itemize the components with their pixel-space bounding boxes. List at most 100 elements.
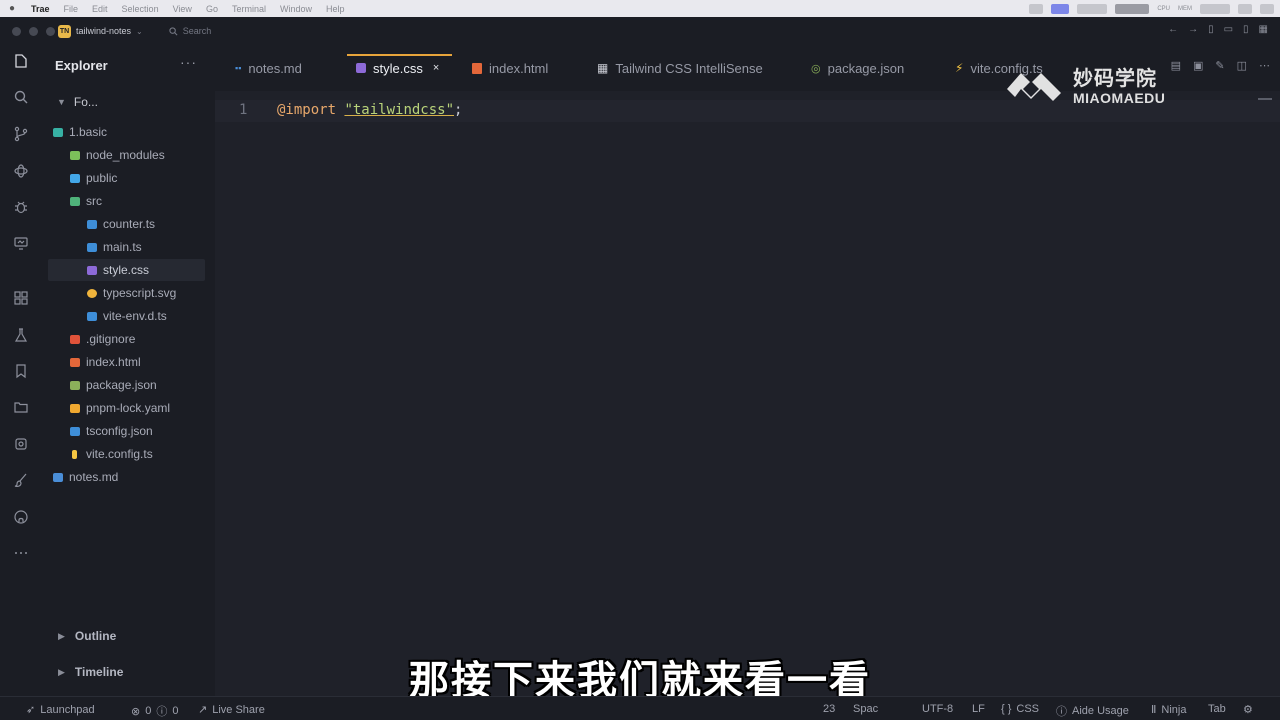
battery-icon[interactable] <box>1200 3 1230 14</box>
edit-icon[interactable]: ✎ <box>1215 59 1224 72</box>
tab-index-html[interactable]: index.html <box>472 55 548 81</box>
outline-section[interactable]: ▶ Outline <box>58 629 116 643</box>
tree-item[interactable]: node_modules <box>48 144 205 166</box>
tree-item[interactable]: pnpm-lock.yaml <box>48 397 205 419</box>
minimize-window-button[interactable] <box>29 26 38 36</box>
forward-arrow-icon[interactable]: → <box>1188 24 1198 35</box>
database-icon[interactable] <box>11 434 31 454</box>
close-window-button[interactable] <box>12 26 21 36</box>
menu-go[interactable]: Go <box>199 4 225 14</box>
layout-grid-icon[interactable]: ▦ <box>1259 24 1268 35</box>
tree-item[interactable]: typescript.svg <box>48 282 205 304</box>
folder-icon[interactable] <box>11 397 31 417</box>
close-tab-icon[interactable]: × <box>433 62 439 74</box>
indentation-item[interactable]: Spac <box>853 703 878 715</box>
menu-terminal[interactable]: Terminal <box>225 4 273 14</box>
encoding-item[interactable]: UTF-8 <box>922 703 953 715</box>
tree-item-label: 1.basic <box>69 125 108 139</box>
tab-label: Tailwind CSS IntelliSense <box>615 60 763 76</box>
tree-item-label: notes.md <box>69 470 119 484</box>
tree-item[interactable]: main.ts <box>48 236 205 258</box>
status-icon[interactable] <box>1077 3 1108 14</box>
more-actions-icon[interactable]: ··· <box>180 54 197 70</box>
more-icon[interactable] <box>11 543 31 563</box>
tree-item-label: counter.ts <box>103 217 156 231</box>
workspace-folder[interactable]: ▼ Fo... <box>57 95 98 109</box>
tree-item[interactable]: public <box>48 167 205 189</box>
compare-icon[interactable]: ▣ <box>1193 59 1203 72</box>
github-icon[interactable] <box>11 507 31 527</box>
search-icon <box>169 26 178 35</box>
code-editor[interactable]: 1 @import "tailwindcss"; <box>215 91 1280 696</box>
notifications-icon[interactable]: ⚙ <box>1243 703 1253 716</box>
layout-right-icon[interactable]: ▯ <box>1243 24 1249 35</box>
bookmark-icon[interactable] <box>11 361 31 381</box>
menu-edit[interactable]: Edit <box>85 4 115 14</box>
tree-item[interactable]: .gitignore <box>48 328 205 350</box>
title-search[interactable]: Search <box>169 26 211 36</box>
warning-icon: ⓘ <box>156 706 168 718</box>
cursor-position[interactable]: 23 <box>823 703 835 715</box>
layout-panel-icon[interactable]: ▭ <box>1224 24 1233 35</box>
menu-app[interactable]: Trae <box>24 4 57 14</box>
menu-selection[interactable]: Selection <box>115 4 166 14</box>
search-icon[interactable] <box>11 87 31 107</box>
tree-item-label: index.html <box>86 355 141 369</box>
tree-item[interactable]: style.css <box>48 259 205 281</box>
menu-window[interactable]: Window <box>273 4 319 14</box>
launchpad-item[interactable]: ➶ Launchpad <box>26 703 95 717</box>
tree-item[interactable]: 1.basic <box>48 121 205 143</box>
tab-style-css[interactable]: style.css × <box>356 55 439 81</box>
aide-usage-item[interactable]: ⓘ Aide Usage <box>1056 703 1129 719</box>
chevron-down-icon[interactable]: ⌄ <box>136 27 143 36</box>
ai-assistant-icon[interactable] <box>11 161 31 181</box>
tree-item[interactable]: vite-env.d.ts <box>48 305 205 327</box>
tree-item[interactable]: src <box>48 190 205 212</box>
project-name[interactable]: tailwind-notes <box>76 26 131 36</box>
tree-item[interactable]: index.html <box>48 351 205 373</box>
tree-item-label: vite.config.ts <box>86 447 153 461</box>
ninja-item[interactable]: Ⅱ Ninja <box>1151 703 1187 717</box>
tab-tailwind-intellisense[interactable]: ▦ Tailwind CSS IntelliSense <box>597 55 763 81</box>
apple-icon[interactable]: ● <box>0 3 24 14</box>
tree-item-label: package.json <box>86 378 157 392</box>
stats-icon[interactable] <box>1115 3 1150 14</box>
tree-item-label: typescript.svg <box>103 286 177 300</box>
ninja-label: Ninja <box>1161 703 1187 716</box>
extensions-icon[interactable] <box>11 288 31 308</box>
debug-icon[interactable] <box>11 197 31 217</box>
ts-config-icon <box>69 426 80 437</box>
more-icon[interactable]: ⋯ <box>1259 59 1270 72</box>
live-share-item[interactable]: ↗ Live Share <box>198 703 265 717</box>
record-icon[interactable] <box>1029 3 1044 14</box>
testing-flask-icon[interactable] <box>11 325 31 345</box>
project-badge[interactable]: TN <box>58 24 71 38</box>
tab-notes-md[interactable]: ▪▪ notes.md <box>235 55 302 81</box>
split-editor-icon[interactable]: ◫ <box>1237 59 1247 72</box>
eol-item[interactable]: LF <box>972 703 985 715</box>
code-line[interactable]: @import "tailwindcss"; <box>277 102 462 118</box>
remote-monitor-icon[interactable] <box>11 233 31 253</box>
layout-left-icon[interactable]: ▯ <box>1208 24 1214 35</box>
tree-item[interactable]: tsconfig.json <box>48 420 205 442</box>
brush-icon[interactable] <box>11 470 31 490</box>
tree-item[interactable]: package.json <box>48 374 205 396</box>
source-control-icon[interactable] <box>11 124 31 144</box>
menu-view[interactable]: View <box>166 4 199 14</box>
control-center-icon[interactable] <box>1238 3 1252 14</box>
screen-icon[interactable] <box>1051 3 1070 14</box>
problems-item[interactable]: ⊗ 0 ⓘ 0 <box>131 703 178 719</box>
language-item[interactable]: { } CSS <box>1001 703 1039 715</box>
tree-item[interactable]: counter.ts <box>48 213 205 235</box>
wifi-icon[interactable] <box>1260 3 1274 14</box>
open-preview-icon[interactable]: ▤ <box>1171 59 1181 72</box>
menu-file[interactable]: File <box>57 4 86 14</box>
tab-package-json[interactable]: ◎ package.json <box>811 55 904 81</box>
maximize-window-button[interactable] <box>46 26 55 36</box>
back-arrow-icon[interactable]: ← <box>1168 24 1178 35</box>
tree-item[interactable]: vite.config.ts <box>48 443 205 465</box>
menu-help[interactable]: Help <box>319 4 352 14</box>
explorer-icon[interactable] <box>11 51 31 71</box>
tab-mode-item[interactable]: Tab <box>1208 703 1226 715</box>
tree-item[interactable]: notes.md <box>48 466 205 488</box>
